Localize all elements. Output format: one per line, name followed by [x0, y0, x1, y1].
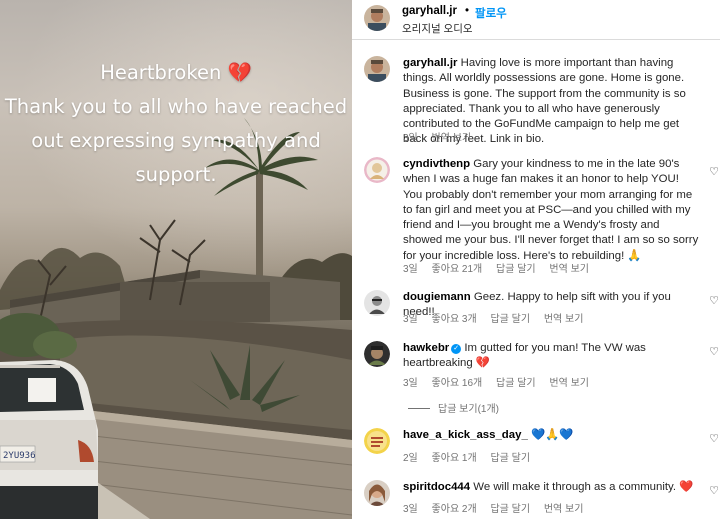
- comment-meta: 2일 좋아요 1개 답글 달기: [403, 449, 541, 464]
- like-count[interactable]: 좋아요 16개: [432, 378, 483, 389]
- translate-button[interactable]: 번역 보기: [544, 314, 584, 325]
- comment-time[interactable]: 2일: [403, 453, 418, 464]
- commenter-avatar[interactable]: [364, 428, 390, 454]
- post-header: garyhall.jr • 팔로우 오리지널 오디오: [352, 0, 720, 40]
- comment-body: cyndivthenp Gary your kindness to me in …: [403, 157, 701, 264]
- like-heart-icon[interactable]: ♡: [709, 345, 719, 358]
- author-username[interactable]: garyhall.jr: [402, 5, 457, 17]
- comment-meta: 3일 좋아요 2개 답글 달기 번역 보기: [403, 500, 594, 515]
- translate-button[interactable]: 번역 보기: [549, 378, 589, 389]
- commenter-avatar[interactable]: [364, 480, 390, 506]
- comment-body: spiritdoc444 We will make it through as …: [403, 480, 701, 495]
- translate-button[interactable]: 번역 보기: [432, 133, 472, 144]
- like-heart-icon[interactable]: ♡: [709, 432, 719, 445]
- reply-button[interactable]: 답글 달기: [490, 504, 530, 515]
- comment-username[interactable]: hawkebr: [403, 342, 449, 354]
- license-plate: 2YU936: [3, 451, 36, 461]
- reply-button[interactable]: 답글 달기: [496, 264, 536, 275]
- comment-meta: 3일 좋아요 21개 답글 달기 번역 보기: [403, 260, 600, 275]
- comment-body: hawkebr ✓ Im gutted for you man! The VW w…: [403, 341, 701, 372]
- reply-button[interactable]: 답글 달기: [490, 314, 530, 325]
- comment-text: 💙🙏💙: [530, 429, 574, 441]
- caption-line-1: Heartbroken 💔: [100, 61, 252, 84]
- view-replies-label: 답글 보기(1개): [438, 404, 499, 415]
- original-audio-link[interactable]: 오리지널 오디오: [402, 21, 473, 36]
- commenter-avatar[interactable]: [364, 157, 390, 183]
- view-replies-button[interactable]: 답글 보기(1개): [408, 400, 499, 415]
- comment-text: Gary your kindness to me in the late 90'…: [403, 158, 699, 262]
- comment-meta: 3일 좋아요 3개 답글 달기 번역 보기: [403, 310, 594, 325]
- reply-button[interactable]: 답글 달기: [490, 453, 530, 464]
- separator-dot: •: [465, 5, 470, 17]
- commenter-avatar[interactable]: [364, 290, 390, 316]
- comment-username[interactable]: dougiemann: [403, 291, 471, 303]
- author-avatar[interactable]: [364, 5, 390, 31]
- caption-line-3: out expressing sympathy and: [31, 129, 321, 152]
- comment-username[interactable]: spiritdoc444: [403, 481, 470, 493]
- comment-username[interactable]: have_a_kick_ass_day_: [403, 429, 528, 441]
- comment-meta: 3일 좋아요 16개 답글 달기 번역 보기: [403, 374, 600, 389]
- comment-time[interactable]: 3일: [403, 378, 418, 389]
- comment-time[interactable]: 3일: [403, 264, 418, 275]
- author-avatar[interactable]: [364, 56, 390, 82]
- like-count[interactable]: 좋아요 3개: [432, 314, 477, 325]
- comment-text: We will make it through as a community. …: [473, 481, 694, 493]
- comment-username[interactable]: cyndivthenp: [403, 158, 470, 170]
- verified-badge-icon: ✓: [451, 344, 462, 354]
- follow-button[interactable]: 팔로우: [475, 5, 507, 21]
- caption-line-2: Thank you to all who have reached: [4, 95, 348, 118]
- translate-button[interactable]: 번역 보기: [549, 264, 589, 275]
- like-count[interactable]: 좋아요 21개: [432, 264, 483, 275]
- comment-time[interactable]: 3일: [403, 314, 418, 325]
- like-heart-icon[interactable]: ♡: [709, 484, 719, 497]
- reply-button[interactable]: 답글 달기: [496, 378, 536, 389]
- comment-body: have_a_kick_ass_day_ 💙🙏💙: [403, 428, 701, 443]
- comment-meta: 3일 번역 보기: [403, 129, 482, 144]
- like-heart-icon[interactable]: ♡: [709, 294, 719, 307]
- like-heart-icon[interactable]: ♡: [709, 165, 719, 178]
- like-count[interactable]: 좋아요 1개: [432, 453, 477, 464]
- comment-time[interactable]: 3일: [403, 504, 418, 515]
- replies-divider: [408, 408, 430, 409]
- translate-button[interactable]: 번역 보기: [544, 504, 584, 515]
- like-count[interactable]: 좋아요 2개: [432, 504, 477, 515]
- caption-line-4: support.: [135, 163, 217, 186]
- comments-panel: garyhall.jr • 팔로우 오리지널 오디오 garyhall.jr H…: [352, 0, 720, 519]
- commenter-avatar[interactable]: [364, 341, 390, 367]
- comment-username[interactable]: garyhall.jr: [403, 57, 457, 69]
- comment-time[interactable]: 3일: [403, 133, 418, 144]
- post-image: 2YU936 Heartbroken 💔 Thank you to all wh…: [0, 0, 352, 519]
